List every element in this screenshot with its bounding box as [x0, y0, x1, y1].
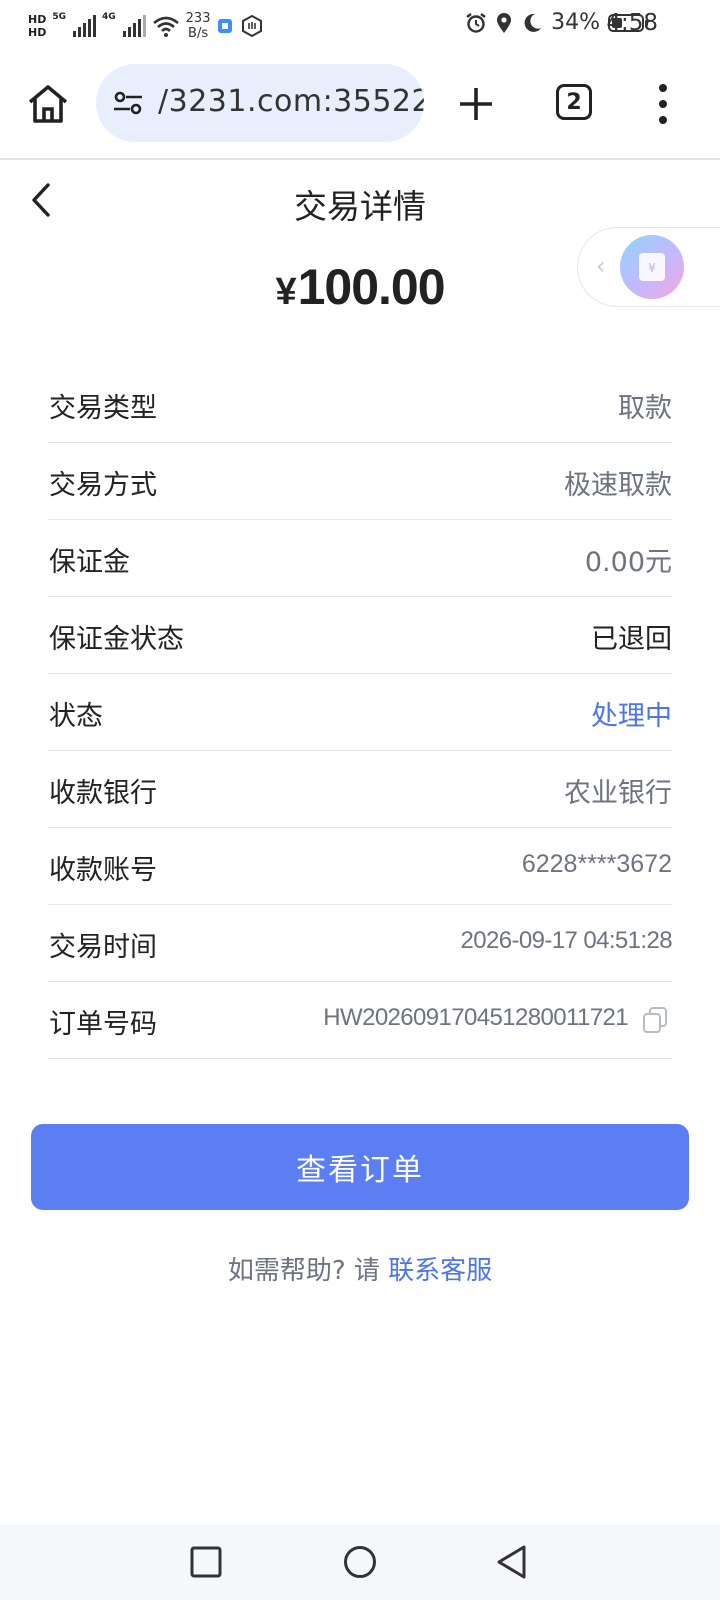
- location-icon: [497, 12, 512, 33]
- detail-value: 已退回: [591, 624, 672, 655]
- detail-row-order: 订单号码 HW20260917045128001172​1: [48, 982, 672, 1059]
- wifi-icon: [152, 16, 179, 37]
- back-triangle-icon[interactable]: [494, 1544, 530, 1580]
- status-bar: HD HD 5G 4G 233 B/s 34% 4:58: [0, 0, 720, 50]
- detail-row-deposit-status: 保证金状态 已退回: [48, 597, 672, 674]
- browser-toolbar: /3231.com:35522 2: [0, 60, 720, 160]
- notification-app-icon: [218, 19, 233, 33]
- tab-switcher-button[interactable]: 2: [556, 84, 592, 120]
- detail-row-type: 交易类型 取款: [48, 366, 672, 443]
- view-order-button[interactable]: 查看订单: [31, 1124, 689, 1210]
- hd-indicator: HD HD: [28, 13, 46, 39]
- status-badge: 处理中: [591, 701, 672, 732]
- detail-value: 6228****3672: [521, 850, 672, 878]
- detail-value: 2026-09-17 04:51:28: [460, 927, 673, 954]
- moon-icon: [524, 13, 542, 32]
- detail-label: 交易类型: [49, 393, 157, 424]
- hd-label-1: HD: [28, 13, 47, 26]
- detail-row-deposit: 保证金 0.00元: [48, 520, 672, 597]
- detail-label: 保证金: [49, 547, 130, 578]
- detail-value: 取款: [618, 393, 672, 424]
- status-left: HD HD 5G 4G 233 B/s: [28, 6, 264, 46]
- help-text: 如需帮助? 请 联系客服: [0, 1250, 720, 1287]
- chevron-left-icon: ‹: [596, 252, 606, 280]
- network-type-2: 4G: [102, 12, 116, 22]
- amount-currency: ¥: [275, 271, 296, 313]
- speed-unit: B/s: [188, 26, 209, 41]
- signal-icon-2: [122, 15, 146, 37]
- network-type-1: 5G: [52, 12, 66, 22]
- amount-value: 100.00: [297, 259, 446, 315]
- hd-label-2: HD: [28, 26, 47, 39]
- url-text: /3231.com:35522: [158, 84, 424, 119]
- order-number: HW20260917045128001172​1: [323, 1004, 628, 1031]
- detail-label: 保证金状态: [49, 624, 184, 655]
- site-settings-icon[interactable]: [112, 87, 144, 119]
- detail-label: 收款银行: [49, 778, 157, 809]
- detail-row-method: 交易方式 极速取款: [48, 443, 672, 520]
- more-menu-icon[interactable]: [658, 82, 668, 126]
- hand-icon: [242, 14, 263, 38]
- detail-label: 状态: [49, 701, 103, 732]
- clock: 4:58: [606, 10, 658, 36]
- detail-row-status: 状态 处理中: [48, 674, 672, 751]
- detail-value: 极速取款: [564, 470, 672, 501]
- wallet-card-icon: ¥: [639, 253, 665, 281]
- detail-row-account: 收款账号 6228****3672: [48, 828, 672, 905]
- detail-label: 交易方式: [49, 470, 157, 501]
- new-tab-icon[interactable]: [456, 84, 496, 124]
- detail-value: 农业银行: [564, 778, 672, 809]
- detail-row-time: 交易时间 2026-09-17 04:51:28: [48, 905, 673, 982]
- contact-support-link[interactable]: 联系客服: [388, 1256, 492, 1286]
- home-circle-icon[interactable]: [342, 1544, 378, 1580]
- address-bar[interactable]: /3231.com:35522: [96, 64, 424, 142]
- detail-value: 0.00元: [584, 547, 672, 578]
- alarm-icon: [466, 12, 486, 33]
- system-nav-bar: [0, 1524, 720, 1600]
- home-icon[interactable]: [26, 82, 70, 126]
- page-title: 交易详情: [294, 187, 426, 226]
- network-speed: 233 B/s: [186, 11, 211, 41]
- detail-label: 收款账号: [49, 855, 157, 886]
- copy-icon[interactable]: [642, 1006, 668, 1034]
- speed-value: 233: [185, 11, 211, 26]
- battery-percent: 34%: [551, 10, 600, 35]
- help-prefix: 如需帮助? 请: [227, 1256, 389, 1286]
- detail-label: 交易时间: [49, 932, 157, 963]
- detail-row-bank: 收款银行 农业银行: [48, 751, 672, 828]
- signal-icon: [73, 15, 96, 37]
- recent-apps-icon[interactable]: [188, 1544, 224, 1580]
- transaction-details: 交易类型 取款 交易方式 极速取款 保证金 0.00元 保证金状态 已退回 状态…: [48, 366, 673, 1059]
- wallet-icon[interactable]: ¥: [620, 235, 684, 299]
- detail-label: 订单号码: [49, 1009, 157, 1040]
- floating-wallet-widget[interactable]: ‹ ¥: [577, 227, 720, 307]
